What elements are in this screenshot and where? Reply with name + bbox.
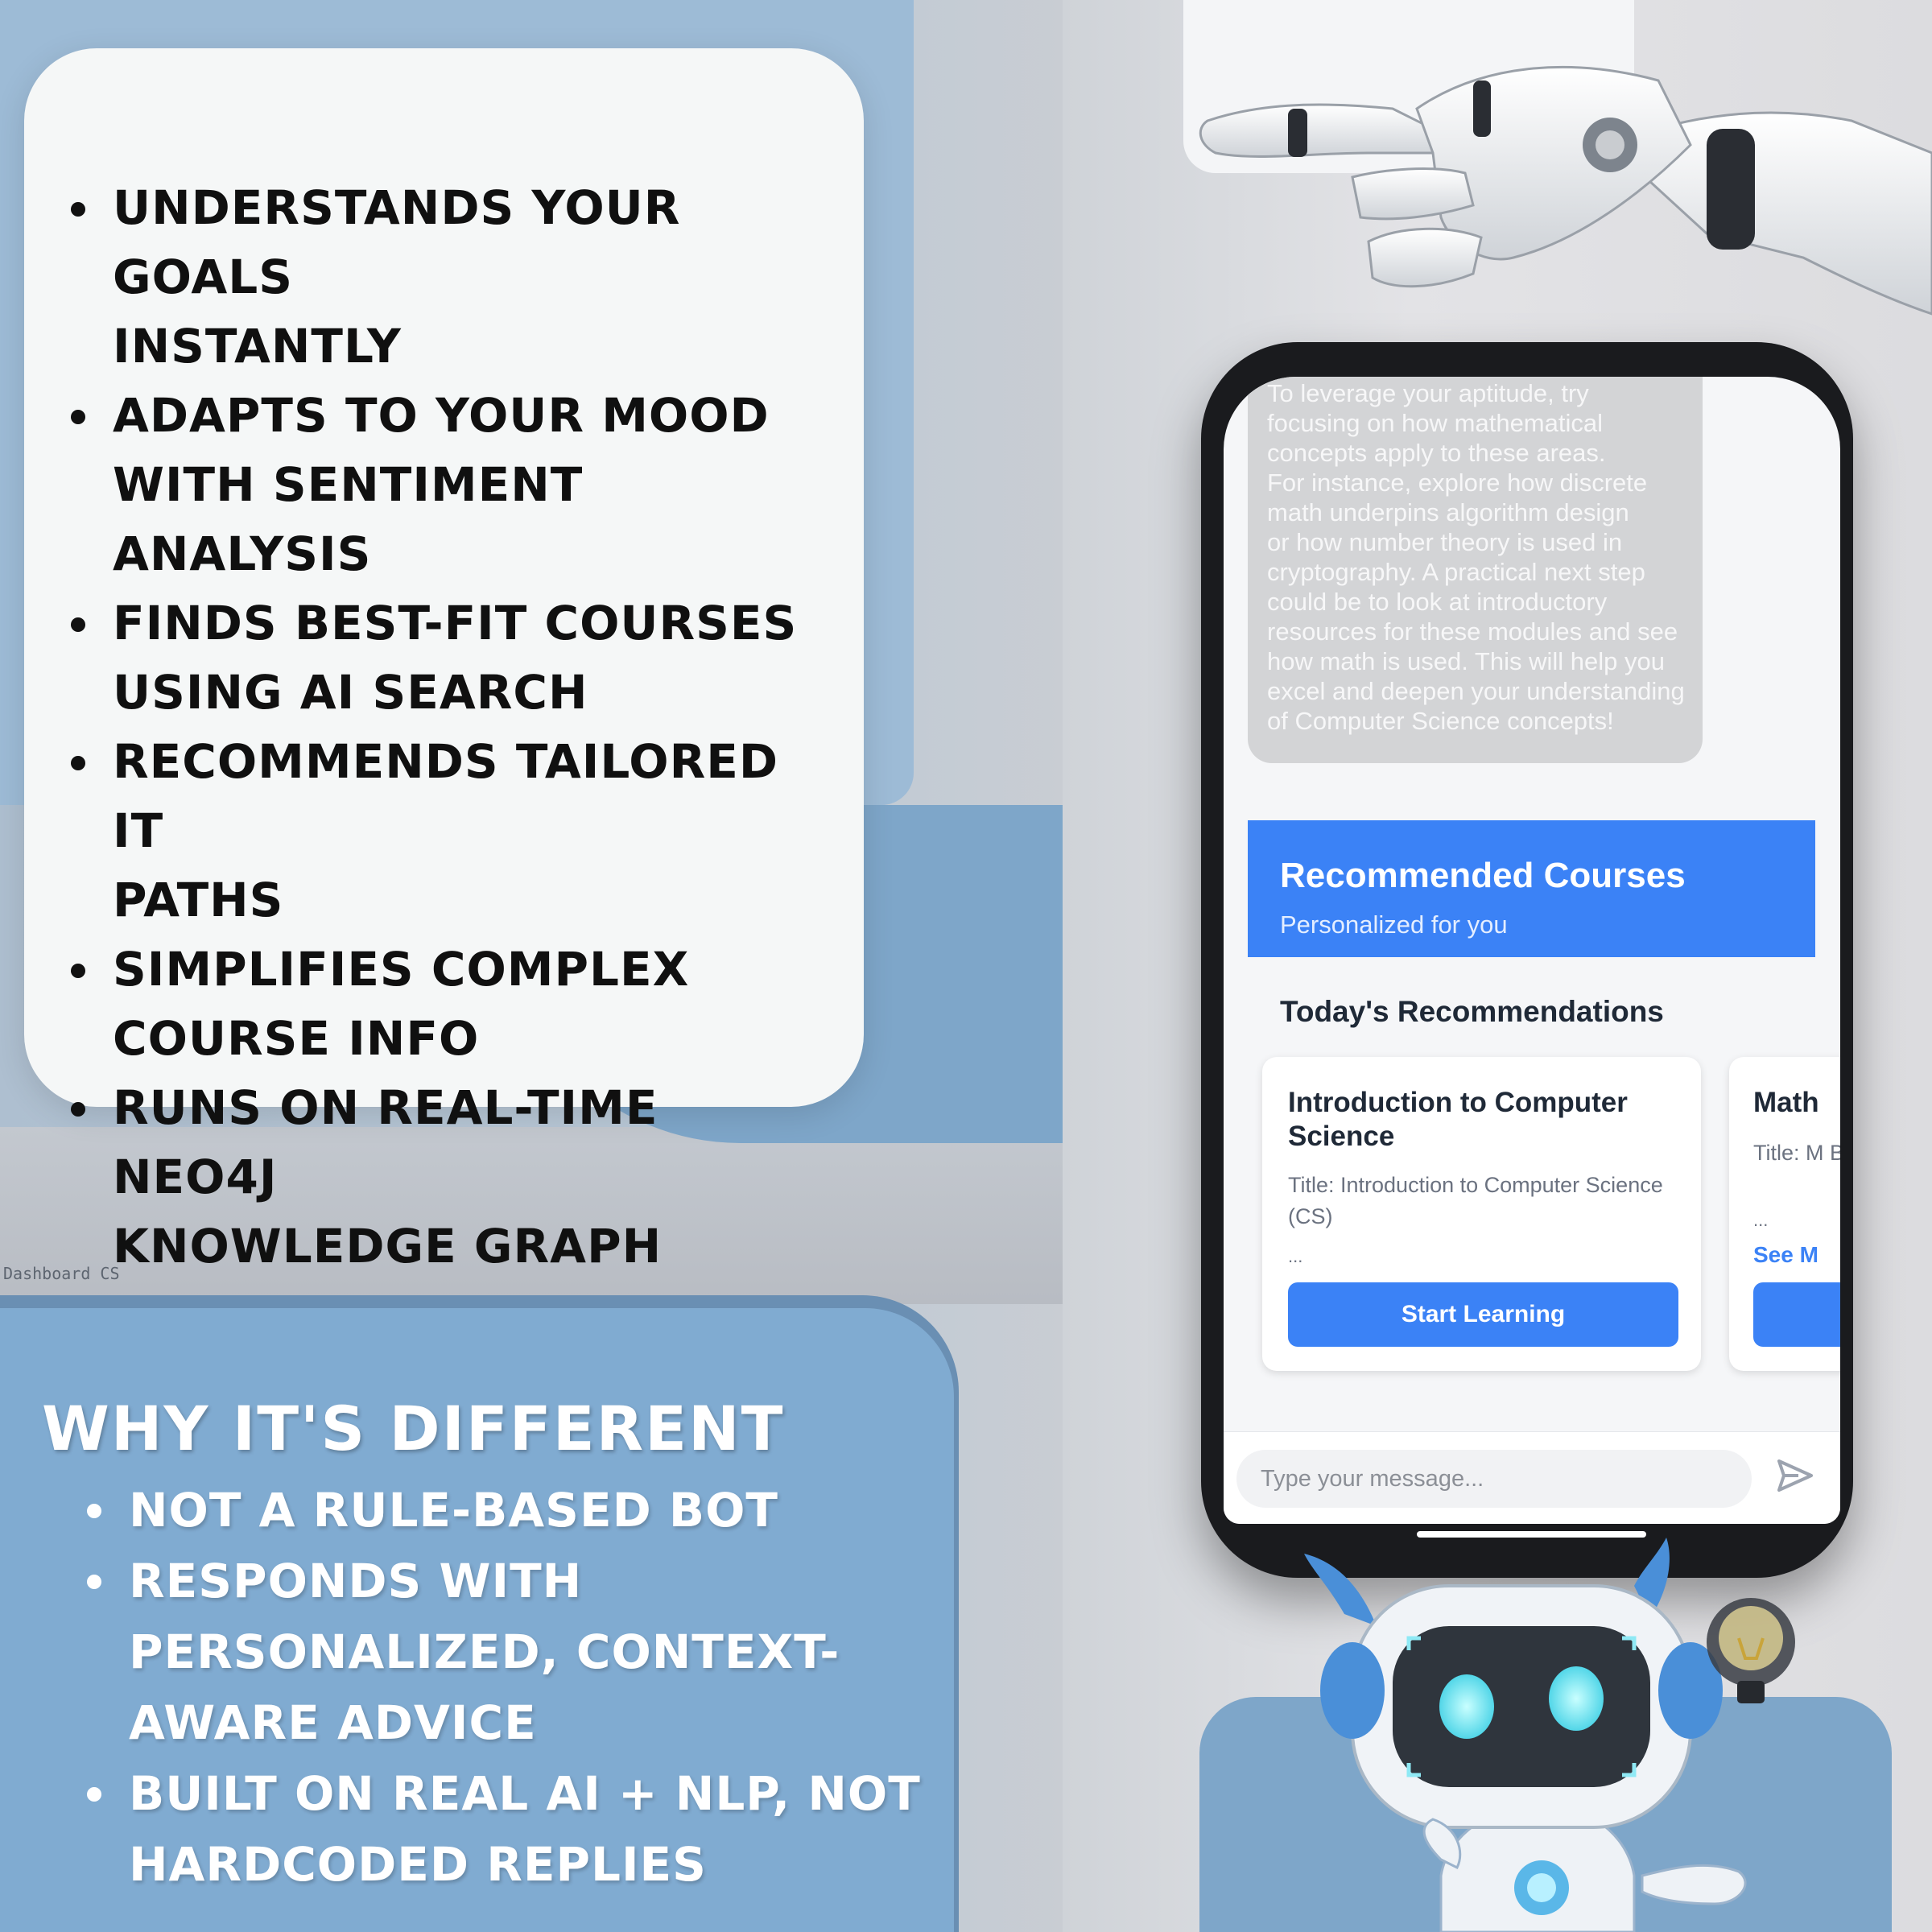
- feature-item-line: PATHS: [113, 873, 284, 927]
- chat-message-line: cryptography. A practical next step: [1267, 558, 1645, 586]
- chat-message-line: could be to look at introductory: [1267, 588, 1608, 616]
- course-title: Math: [1753, 1087, 1819, 1118]
- course-ellipsis: ...: [1288, 1246, 1303, 1266]
- feature-item: RUNS ON REAL-TIME NEO4J KNOWLEDGE GRAPH: [71, 1073, 837, 1281]
- why-item-line: BUILT ON REAL AI + NLP, NOT: [129, 1766, 921, 1821]
- bullet-icon: [71, 202, 85, 217]
- why-item-line: HARDCODED REPLIES: [129, 1837, 707, 1892]
- course-card[interactable]: Math Title: M Beginr ... See M: [1729, 1057, 1840, 1371]
- feature-item-line: COURSE INFO: [113, 1011, 480, 1066]
- why-item-line: AWARE ADVICE: [129, 1695, 537, 1750]
- course-description: Title: M Beginr: [1753, 1141, 1840, 1165]
- chat-message-line: To leverage your aptitude, try: [1267, 379, 1589, 407]
- why-item: RESPONDS WITH PERSONALIZED, CONTEXT- AWARE…: [87, 1546, 942, 1758]
- feature-item-line: SIMPLIFIES COMPLEX: [113, 942, 690, 997]
- chat-message-line: math underpins algorithm design: [1267, 498, 1629, 526]
- phone-screen: To leverage your aptitude, try focusing o…: [1224, 377, 1840, 1524]
- chat-message-line: how math is used. This will help you: [1267, 647, 1665, 675]
- feature-item: ADAPTS TO YOUR MOOD WITH SENTIMENT ANALYS…: [71, 381, 837, 588]
- feature-item: FINDS BEST-FIT COURSES USING AI SEARCH: [71, 588, 837, 727]
- bullet-icon: [71, 1102, 85, 1117]
- feature-item-line: ADAPTS TO YOUR MOOD: [113, 388, 770, 443]
- chat-message-line: resources for these modules and see: [1267, 617, 1678, 646]
- why-item-line: PERSONALIZED, CONTEXT-: [129, 1624, 840, 1679]
- bullet-icon: [87, 1575, 101, 1589]
- chat-message-line: For instance, explore how discrete: [1267, 469, 1648, 497]
- feature-item: SIMPLIFIES COMPLEX COURSE INFO: [71, 935, 837, 1073]
- message-input-bar: [1224, 1431, 1840, 1524]
- bullet-icon: [71, 410, 85, 424]
- bullet-icon: [87, 1787, 101, 1802]
- why-title: WHY IT'S DIFFERENT: [42, 1393, 785, 1464]
- feature-item-line: FINDS BEST-FIT COURSES: [113, 596, 798, 650]
- feature-item-line: KNOWLEDGE GRAPH: [113, 1219, 663, 1274]
- feature-item-line: USING AI SEARCH: [113, 665, 588, 720]
- watermark-text: Dashboard CS: [3, 1264, 120, 1283]
- chat-message-line: or how number theory is used in: [1267, 528, 1623, 556]
- features-list: UNDERSTANDS YOUR GOALS INSTANTLY ADAPTS TO…: [71, 173, 837, 1281]
- see-more-link[interactable]: See M: [1753, 1242, 1818, 1268]
- robot-mascot-illustration: [1304, 1538, 1795, 1932]
- course-description: Title: Introduction to Computer Science …: [1288, 1173, 1663, 1228]
- todays-recommendations-label: Today's Recommendations: [1280, 995, 1664, 1028]
- why-item-line: NOT A RULE-BASED BOT: [129, 1483, 778, 1538]
- message-input[interactable]: [1236, 1450, 1752, 1508]
- bullet-icon: [87, 1504, 101, 1518]
- feature-item-line: INSTANTLY: [113, 319, 402, 374]
- recommended-subtitle: Personalized for you: [1280, 910, 1508, 939]
- recommended-header: Recommended Courses Personalized for you: [1248, 820, 1815, 957]
- bullet-icon: [71, 756, 85, 770]
- why-item-line: RESPONDS WITH: [129, 1554, 583, 1608]
- feature-item-line: WITH SENTIMENT ANALYSIS: [113, 457, 584, 581]
- robot-hand-illustration: [1199, 65, 1932, 316]
- course-ellipsis: ...: [1753, 1210, 1769, 1230]
- chat-bubble: To leverage your aptitude, try focusing o…: [1248, 377, 1703, 763]
- chat-message-text: To leverage your aptitude, try focusing o…: [1267, 378, 1694, 736]
- why-item: BUILT ON REAL AI + NLP, NOT HARDCODED REP…: [87, 1758, 942, 1900]
- start-learning-button[interactable]: Start Learning: [1288, 1282, 1678, 1347]
- feature-item-line: RECOMMENDS TAILORED IT: [113, 734, 779, 858]
- home-indicator: [1417, 1531, 1646, 1538]
- feature-item-line: RUNS ON REAL-TIME NEO4J: [113, 1080, 658, 1204]
- course-title: Introduction to Computer Science: [1288, 1087, 1628, 1152]
- start-learning-button[interactable]: [1753, 1282, 1840, 1347]
- feature-item-line: UNDERSTANDS YOUR GOALS: [113, 180, 681, 304]
- chat-message-line: of Computer Science concepts!: [1267, 707, 1614, 735]
- bullet-icon: [71, 617, 85, 632]
- feature-item: RECOMMENDS TAILORED IT PATHS: [71, 727, 837, 935]
- bullet-icon: [71, 964, 85, 978]
- why-item: NOT A RULE-BASED BOT: [87, 1475, 942, 1546]
- feature-item: UNDERSTANDS YOUR GOALS INSTANTLY: [71, 173, 837, 381]
- chat-message-line: concepts apply to these areas.: [1267, 439, 1606, 467]
- why-list: NOT A RULE-BASED BOT RESPONDS WITH PERSONA…: [87, 1475, 942, 1900]
- chat-message-line: excel and deepen your understanding: [1267, 677, 1685, 705]
- course-card[interactable]: Introduction to Computer Science Title: …: [1262, 1057, 1701, 1371]
- chat-message-line: focusing on how mathematical: [1267, 409, 1604, 437]
- recommended-title: Recommended Courses: [1280, 856, 1686, 895]
- send-icon[interactable]: [1776, 1456, 1814, 1495]
